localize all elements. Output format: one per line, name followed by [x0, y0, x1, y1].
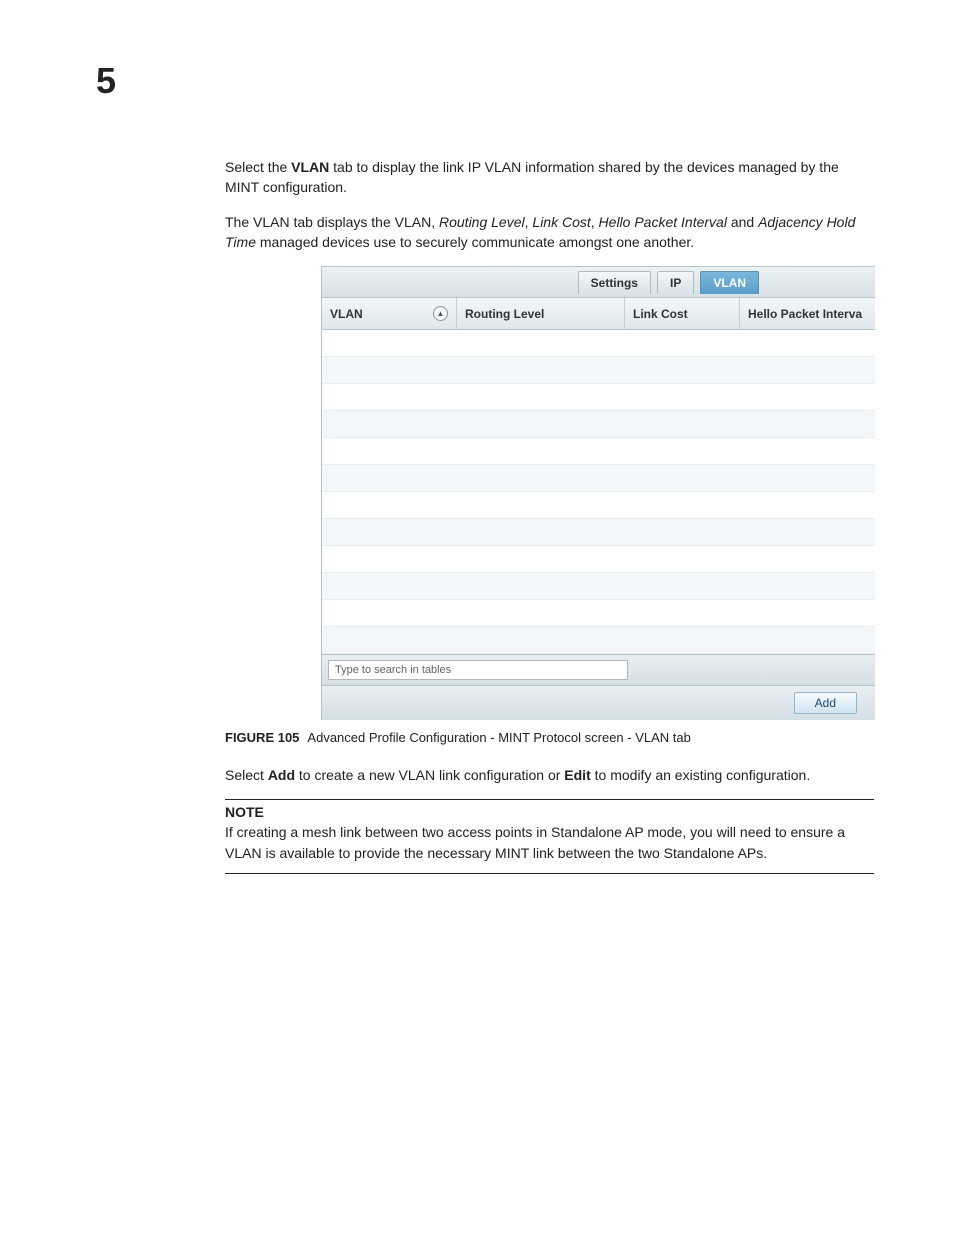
- text: and: [727, 214, 758, 230]
- column-header-routing-level[interactable]: Routing Level: [457, 298, 625, 329]
- figure-caption: FIGURE 105 Advanced Profile Configuration…: [225, 730, 874, 745]
- table-row[interactable]: [322, 411, 875, 438]
- tab-bar: Settings IP VLAN: [322, 267, 875, 298]
- note-rule-top: [225, 799, 874, 800]
- note-heading: NOTE: [225, 804, 874, 820]
- italic-link-cost: Link Cost: [532, 214, 590, 230]
- paragraph-add-edit: Select Add to create a new VLAN link con…: [225, 765, 874, 785]
- table-body: [322, 330, 875, 654]
- text: Select: [225, 767, 268, 783]
- column-header-hello-packet-interval[interactable]: Hello Packet Interva: [740, 298, 875, 329]
- search-input[interactable]: [328, 660, 628, 680]
- table-row[interactable]: [322, 330, 875, 357]
- footer-bar: Add: [322, 685, 875, 720]
- table-row[interactable]: [322, 627, 875, 654]
- table-row[interactable]: [322, 600, 875, 627]
- table-header-row: VLAN ▲ Routing Level Link Cost Hello Pac…: [322, 298, 875, 330]
- text: ,: [591, 214, 599, 230]
- note-rule-bottom: [225, 873, 874, 874]
- note-text: If creating a mesh link between two acce…: [225, 822, 874, 863]
- bold-add: Add: [268, 767, 295, 783]
- bold-edit: Edit: [564, 767, 590, 783]
- table-row[interactable]: [322, 384, 875, 411]
- chapter-number: 5: [96, 60, 874, 102]
- italic-routing-level: Routing Level: [439, 214, 525, 230]
- figure-label: FIGURE 105: [225, 730, 299, 745]
- column-header-vlan-label: VLAN: [330, 307, 363, 321]
- tab-settings[interactable]: Settings: [578, 271, 651, 294]
- column-header-vlan[interactable]: VLAN ▲: [322, 298, 457, 329]
- text: to modify an existing configuration.: [591, 767, 810, 783]
- text: to create a new VLAN link configuration …: [295, 767, 564, 783]
- text: The VLAN tab displays the VLAN,: [225, 214, 439, 230]
- bold-vlan: VLAN: [291, 159, 329, 175]
- figure-caption-text: Advanced Profile Configuration - MINT Pr…: [307, 730, 690, 745]
- tab-vlan[interactable]: VLAN: [700, 271, 759, 294]
- table-row[interactable]: [322, 519, 875, 546]
- table-row[interactable]: [322, 546, 875, 573]
- tab-ip[interactable]: IP: [657, 271, 694, 294]
- search-bar: [322, 654, 875, 685]
- table-row[interactable]: [322, 573, 875, 600]
- add-button[interactable]: Add: [794, 692, 857, 714]
- table-row[interactable]: [322, 357, 875, 384]
- text: managed devices use to securely communic…: [256, 234, 694, 250]
- paragraph-intro: Select the VLAN tab to display the link …: [225, 157, 874, 198]
- table-row[interactable]: [322, 438, 875, 465]
- paragraph-columns: The VLAN tab displays the VLAN, Routing …: [225, 212, 874, 253]
- table-row[interactable]: [322, 492, 875, 519]
- italic-hello-packet-interval: Hello Packet Interval: [599, 214, 727, 230]
- figure-screenshot: Settings IP VLAN VLAN ▲ Routing Level Li…: [321, 266, 875, 720]
- text: Select the: [225, 159, 291, 175]
- table-row[interactable]: [322, 465, 875, 492]
- sort-ascending-icon[interactable]: ▲: [433, 306, 448, 321]
- column-header-link-cost[interactable]: Link Cost: [625, 298, 740, 329]
